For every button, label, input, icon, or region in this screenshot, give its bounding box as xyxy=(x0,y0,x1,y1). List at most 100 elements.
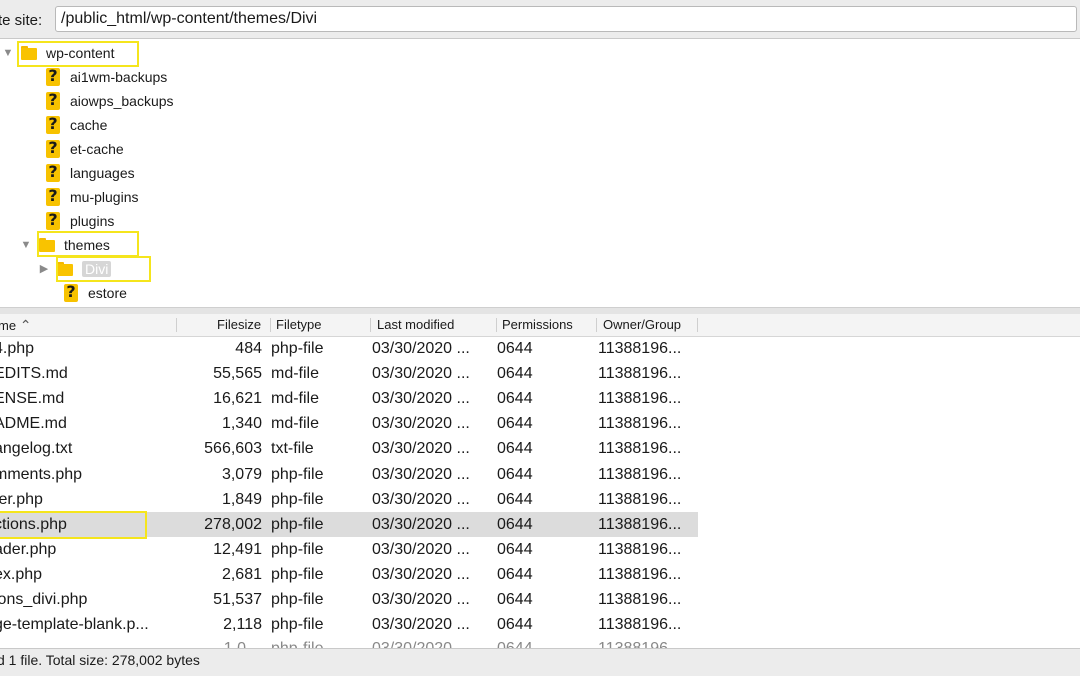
table-row[interactable]: 4.php 484 php-file 03/30/2020 ... 0644 113881… xyxy=(0,336,698,361)
tree-node-mu-plugins[interactable]: ? mu-plugins xyxy=(44,186,138,208)
last-modified-cell: 03/30/2020 ... xyxy=(372,415,470,432)
unknown-folder-icon: ? xyxy=(64,282,78,302)
remote-file-list: me ⌃ Filesize Filetype Last modified Per… xyxy=(0,314,1080,648)
last-modified-cell: 03/30/2020 ... xyxy=(372,591,470,608)
tree-node-estore[interactable]: ? estore xyxy=(62,282,127,304)
permissions-cell: 0644 xyxy=(497,466,533,483)
chevron-down-icon[interactable]: ▼ xyxy=(20,239,32,251)
tree-node-label: languages xyxy=(70,165,135,181)
sort-ascending-icon: ⌃ xyxy=(19,317,32,333)
file-size-cell: 51,537 xyxy=(213,591,262,608)
file-type-cell: php-file xyxy=(271,616,324,633)
table-row[interactable]: ions_divi.php 51,537 php-file 03/30/2020 ..… xyxy=(0,587,698,612)
tree-node-label: plugins xyxy=(70,213,115,229)
tree-node-label: mu-plugins xyxy=(70,189,139,205)
tree-node-cache[interactable]: ? cache xyxy=(44,114,107,136)
column-divider[interactable] xyxy=(596,318,597,332)
tree-node-et-cache[interactable]: ? et-cache xyxy=(44,138,124,160)
tree-node-aiowps-backups[interactable]: ? aiowps_backups xyxy=(44,90,174,112)
last-modified-cell: 03/30/2020 ... xyxy=(372,365,470,382)
table-row[interactable]: ter.php 1,849 php-file 03/30/2020 ... 0644 11… xyxy=(0,487,698,512)
column-filetype[interactable]: Filetype xyxy=(276,314,322,336)
last-modified-cell: 03/30/2020 ... xyxy=(372,541,470,558)
column-divider[interactable] xyxy=(370,318,371,332)
column-last-modified[interactable]: Last modified xyxy=(377,314,454,336)
owner-group-cell: 11388196... xyxy=(598,466,682,483)
table-row[interactable]: ADME.md 1,340 md-file 03/30/2020 ... 0644 113… xyxy=(0,411,698,436)
unknown-folder-icon: ? xyxy=(46,90,60,110)
table-row[interactable]: 1,0… php-file 03/30/2020 ... 0644 113881… xyxy=(0,636,698,648)
file-name-cell: mments.php xyxy=(0,466,83,483)
unknown-folder-icon: ? xyxy=(46,138,60,158)
chevron-right-icon[interactable]: ▶ xyxy=(38,263,50,275)
permissions-cell: 0644 xyxy=(497,566,533,583)
file-type-cell: php-file xyxy=(271,516,324,533)
file-size-cell: 484 xyxy=(235,340,262,357)
file-name-cell: ter.php xyxy=(0,491,43,508)
owner-group-cell: 11388196... xyxy=(598,340,682,357)
permissions-cell: 0644 xyxy=(497,440,533,457)
column-divider[interactable] xyxy=(270,318,271,332)
last-modified-cell: 03/30/2020 ... xyxy=(372,491,470,508)
column-divider[interactable] xyxy=(496,318,497,332)
chevron-down-icon[interactable]: ▼ xyxy=(2,47,14,59)
file-type-cell: php-file xyxy=(271,340,324,357)
column-divider[interactable] xyxy=(697,318,698,332)
tree-node-label: aiowps_backups xyxy=(70,93,174,109)
file-size-cell: 3,079 xyxy=(221,466,262,483)
permissions-cell: 0644 xyxy=(497,340,533,357)
file-size-cell: 1,849 xyxy=(221,491,262,508)
unknown-folder-icon: ? xyxy=(46,162,60,182)
status-bar: d 1 file. Total size: 278,002 bytes xyxy=(0,648,1080,676)
file-name-cell: angelog.txt xyxy=(0,440,73,457)
last-modified-cell: 03/30/2020 ... xyxy=(372,390,470,407)
file-size-cell: 55,565 xyxy=(213,365,262,382)
permissions-cell: 0644 xyxy=(497,390,533,407)
highlight-box xyxy=(56,256,151,282)
owner-group-cell: 11388196... xyxy=(598,591,682,608)
table-row[interactable]: angelog.txt 566,603 txt-file 03/30/2020 ...… xyxy=(0,436,698,461)
file-type-cell: php-file xyxy=(271,541,324,558)
file-name-cell: ge-template-blank.p... xyxy=(0,616,149,633)
tree-node-ai1wm-backups[interactable]: ? ai1wm-backups xyxy=(44,66,167,88)
column-filesize[interactable]: Filesize xyxy=(217,314,261,336)
last-modified-cell: 03/30/2020 ... xyxy=(372,616,470,633)
file-name-cell: ENSE.md xyxy=(0,390,65,407)
owner-group-cell: 11388196... xyxy=(598,440,682,457)
table-row[interactable]: ge-template-blank.p... 2,118 php-file 03/30… xyxy=(0,612,698,637)
permissions-cell: 0644 xyxy=(497,541,533,558)
owner-group-cell: 11388196... xyxy=(598,365,682,382)
tree-node-plugins[interactable]: ? plugins xyxy=(44,210,114,232)
file-size-cell: 2,118 xyxy=(223,616,262,633)
owner-group-cell: 11388196... xyxy=(598,390,682,407)
column-permissions[interactable]: Permissions xyxy=(502,314,573,336)
file-type-cell: php-file xyxy=(271,591,324,608)
file-size-cell: 1,340 xyxy=(221,415,262,432)
remote-site-bar: te site: /public_html/wp-content/themes/… xyxy=(0,0,1080,39)
file-type-cell: php-file xyxy=(271,466,324,483)
file-name-cell: ions_divi.php xyxy=(0,591,88,608)
remote-path-input[interactable]: /public_html/wp-content/themes/Divi xyxy=(55,6,1077,32)
table-row[interactable]: mments.php 3,079 php-file 03/30/2020 ... 064… xyxy=(0,462,698,487)
file-name-cell: 4.php xyxy=(0,340,35,357)
permissions-cell: 0644 xyxy=(497,491,533,508)
column-owner-group[interactable]: Owner/Group xyxy=(603,314,681,336)
table-row[interactable]: ENSE.md 16,621 md-file 03/30/2020 ... 0644 11… xyxy=(0,386,698,411)
remote-directory-tree: ▼ wp-content ? ai1wm-backups ? aiowps_ba… xyxy=(0,39,1080,307)
permissions-cell: 0644 xyxy=(497,591,533,608)
table-row[interactable]: ex.php 2,681 php-file 03/30/2020 ... 0644 113… xyxy=(0,562,698,587)
column-filename[interactable]: me ⌃ xyxy=(0,314,31,336)
file-size-cell: 566,603 xyxy=(204,440,262,457)
last-modified-cell: 03/30/2020 ... xyxy=(372,466,470,483)
table-row[interactable]: EDITS.md 55,565 md-file 03/30/2020 ... 0644 1… xyxy=(0,361,698,386)
file-type-cell: md-file xyxy=(271,415,320,432)
permissions-cell: 0644 xyxy=(497,516,533,533)
owner-group-cell: 11388196... xyxy=(598,566,682,583)
permissions-cell: 0644 xyxy=(497,415,533,432)
status-text: d 1 file. Total size: 278,002 bytes xyxy=(0,652,200,668)
owner-group-cell: 11388196... xyxy=(598,516,682,533)
tree-node-languages[interactable]: ? languages xyxy=(44,162,135,184)
file-size-cell: 12,491 xyxy=(213,541,262,558)
table-row[interactable]: ader.php 12,491 php-file 03/30/2020 ... 0644… xyxy=(0,537,698,562)
column-divider[interactable] xyxy=(176,318,177,332)
